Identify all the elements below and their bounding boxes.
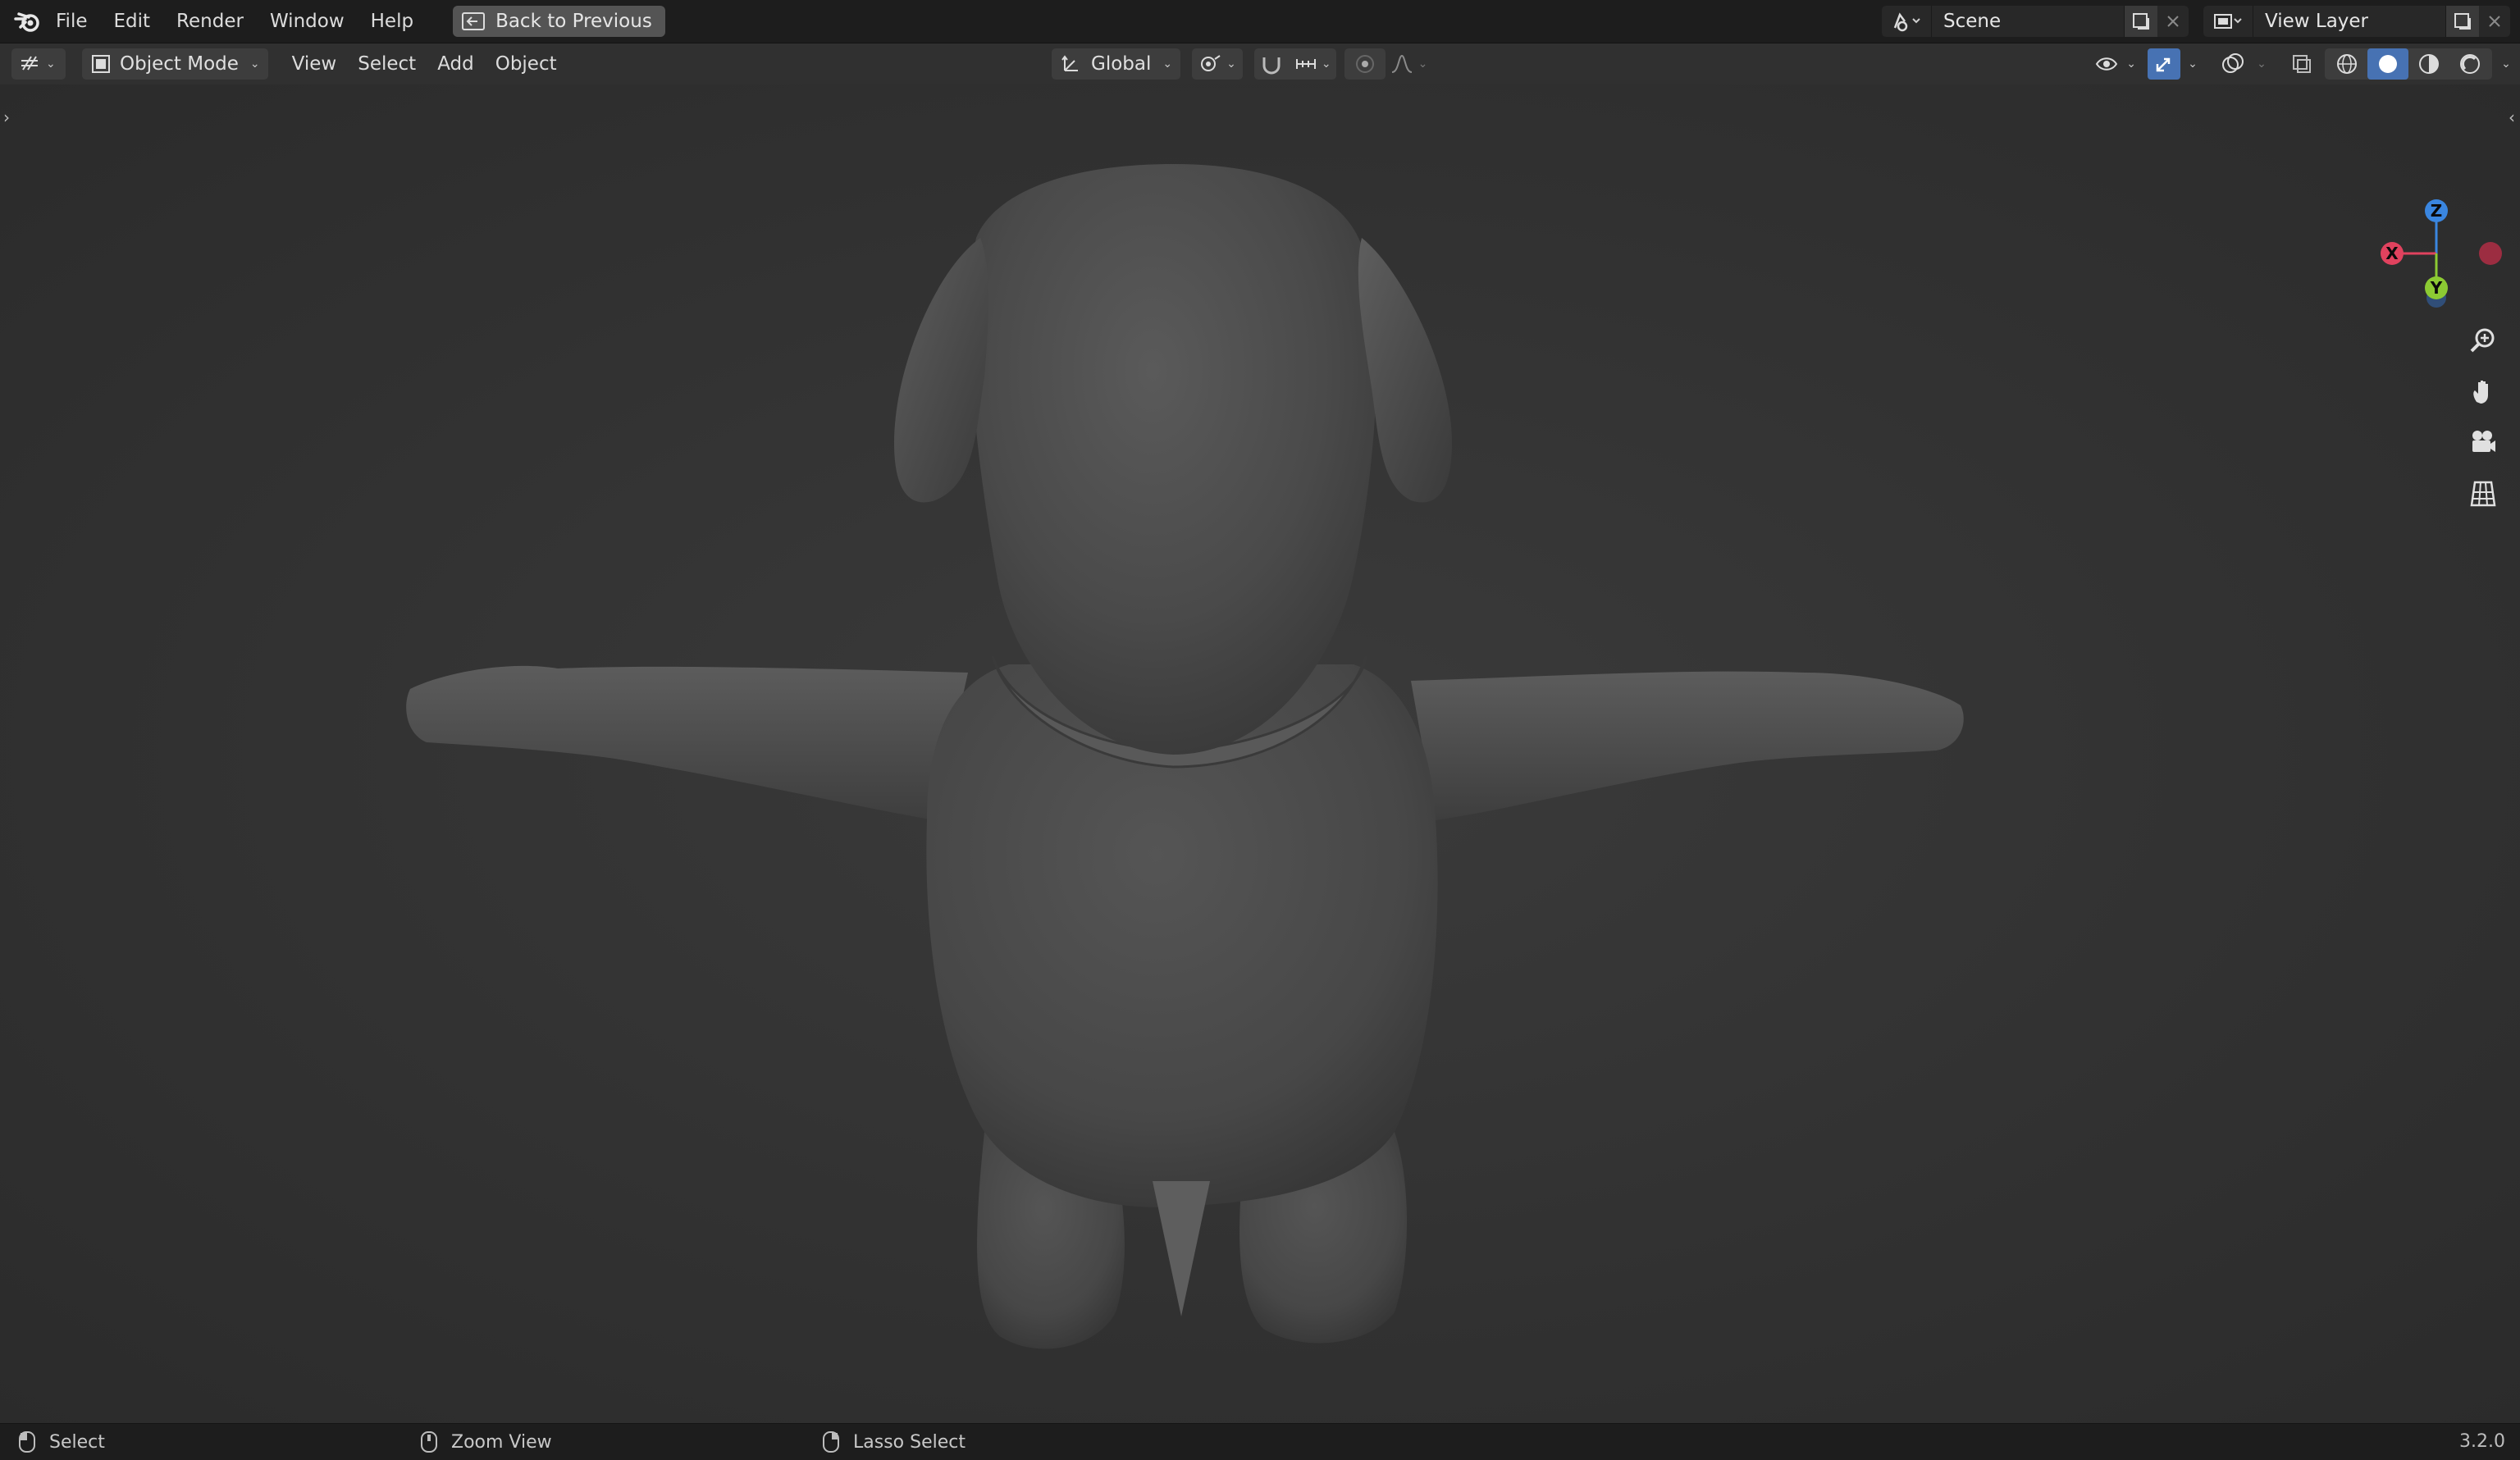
back-to-previous-button[interactable]: Back to Previous (453, 6, 665, 37)
menu-window[interactable]: Window (257, 0, 358, 43)
proportional-group: ⌄ (1344, 48, 1433, 80)
mouse-right-icon (823, 1431, 839, 1453)
object-mode-label: Object Mode (120, 53, 239, 75)
top-right-group: Scene View Layer (1882, 0, 2520, 43)
orientation-label: Global (1091, 53, 1152, 75)
shading-options-dropdown[interactable]: ⌄ (2492, 48, 2520, 80)
header-menu-select[interactable]: Select (347, 53, 427, 75)
solid-shading-icon[interactable] (2367, 48, 2408, 80)
proportional-editing-icon[interactable] (1344, 48, 1386, 80)
snap-icon[interactable] (1254, 48, 1289, 80)
visibility-icon[interactable]: ⌄ (2095, 48, 2136, 80)
header-menu-object[interactable]: Object (485, 53, 568, 75)
object-mode-dropdown[interactable]: Object Mode ⌄ (82, 48, 268, 80)
copy-icon[interactable] (2445, 6, 2479, 37)
top-bar: File Edit Render Window Help Back to Pre… (0, 0, 2520, 43)
header-menu-add[interactable]: Add (427, 53, 485, 75)
viewport-header: ⌄ Object Mode ⌄ View Select Add Object G… (0, 43, 2520, 84)
character-model[interactable] (0, 84, 2520, 1423)
axis-x-label: X (2385, 244, 2399, 263)
axis-y-label: Y (2430, 278, 2443, 298)
overlay-icon[interactable] (2216, 48, 2249, 80)
falloff-icon[interactable]: ⌄ (1386, 48, 1433, 80)
zoom-icon[interactable] (2464, 322, 2502, 360)
menu-file[interactable]: File (44, 0, 101, 43)
object-mode-icon (90, 53, 112, 75)
status-lasso-label: Lasso Select (853, 1431, 966, 1453)
menu-render[interactable]: Render (163, 0, 257, 43)
rendered-shading-icon[interactable] (2449, 48, 2490, 80)
mouse-left-icon (19, 1431, 35, 1453)
navigation-controls (2464, 322, 2502, 513)
copy-icon[interactable] (2124, 6, 2157, 37)
transform-tools: Global ⌄ ⌄ ⌄ ⌄ (1052, 48, 1440, 80)
scene-name: Scene (1943, 11, 2002, 32)
hand-pan-icon[interactable] (2464, 373, 2502, 411)
view-layer-icon[interactable] (2203, 6, 2253, 37)
grid-perspective-icon[interactable] (2464, 475, 2502, 513)
xray-icon[interactable] (2285, 48, 2318, 80)
status-select: Select (18, 1424, 105, 1460)
gizmo-icon[interactable] (2148, 48, 2180, 80)
menu-edit[interactable]: Edit (101, 0, 164, 43)
menu-help[interactable]: Help (358, 0, 427, 43)
back-icon (461, 11, 486, 32)
snap-increment-icon[interactable]: ⌄ (1289, 48, 1336, 80)
scene-icon[interactable] (1882, 6, 1931, 37)
mouse-middle-icon (421, 1431, 437, 1453)
3d-viewport[interactable]: › ‹ Z X Y (0, 84, 2520, 1423)
axis-z-label: Z (2431, 201, 2443, 221)
version-label: 3.2.0 (2459, 1431, 2505, 1452)
camera-icon[interactable] (2464, 424, 2502, 462)
transform-orientation-dropdown[interactable]: Global ⌄ (1052, 48, 1181, 80)
gizmo-options-dropdown[interactable]: ⌄ (2180, 48, 2205, 80)
view-layer-selector: View Layer (2203, 6, 2510, 37)
scene-name-field[interactable]: Scene (1931, 6, 2124, 37)
close-icon[interactable] (2157, 6, 2189, 37)
header-menu-view[interactable]: View (281, 53, 348, 75)
close-icon[interactable] (2479, 6, 2510, 37)
view-layer-name: View Layer (2265, 11, 2369, 32)
viewport-display-tools: ⌄ ⌄ ⌄ ⌄ (2095, 48, 2520, 80)
status-select-label: Select (49, 1431, 105, 1453)
overlay-options-dropdown[interactable]: ⌄ (2249, 48, 2274, 80)
editor-type-icon[interactable]: ⌄ (11, 48, 66, 80)
orientation-icon (1060, 52, 1083, 75)
snap-group: ⌄ (1253, 48, 1336, 80)
navigation-gizmo[interactable]: Z X Y (2371, 189, 2502, 313)
shading-group (2325, 48, 2492, 80)
status-zoom-label: Zoom View (451, 1431, 552, 1453)
wireframe-shading-icon[interactable] (2326, 48, 2367, 80)
blender-logo-icon[interactable] (11, 5, 44, 38)
status-zoom: Zoom View (420, 1424, 552, 1460)
status-bar: Select Zoom View Lasso Select 3.2.0 (0, 1423, 2520, 1460)
scene-selector: Scene (1882, 6, 2189, 37)
view-layer-field[interactable]: View Layer (2253, 6, 2445, 37)
material-shading-icon[interactable] (2408, 48, 2449, 80)
pivot-icon[interactable]: ⌄ (1192, 48, 1243, 80)
back-to-previous-label: Back to Previous (495, 11, 652, 32)
status-lasso: Lasso Select (822, 1424, 966, 1460)
